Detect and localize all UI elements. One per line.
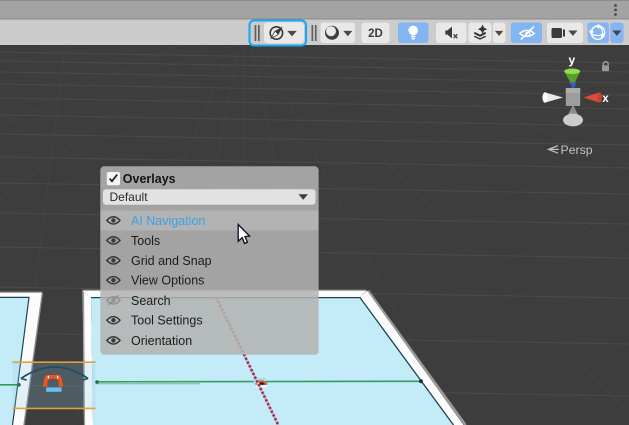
svg-text:Overlays: Overlays (123, 172, 176, 186)
svg-text:Persp: Persp (561, 143, 593, 157)
svg-text:Search: Search (131, 294, 171, 308)
svg-text:Orientation: Orientation (131, 334, 192, 348)
svg-text:x: x (602, 93, 609, 105)
svg-text:Tools: Tools (131, 234, 160, 248)
svg-text:Default: Default (110, 190, 149, 204)
svg-text:2D: 2D (368, 28, 383, 40)
svg-text:Grid and Snap: Grid and Snap (131, 254, 212, 268)
svg-text:View Options: View Options (131, 274, 204, 288)
svg-text:Tool Settings: Tool Settings (131, 314, 203, 328)
svg-text:AI Navigation: AI Navigation (131, 214, 205, 228)
svg-text:y: y (568, 53, 575, 67)
